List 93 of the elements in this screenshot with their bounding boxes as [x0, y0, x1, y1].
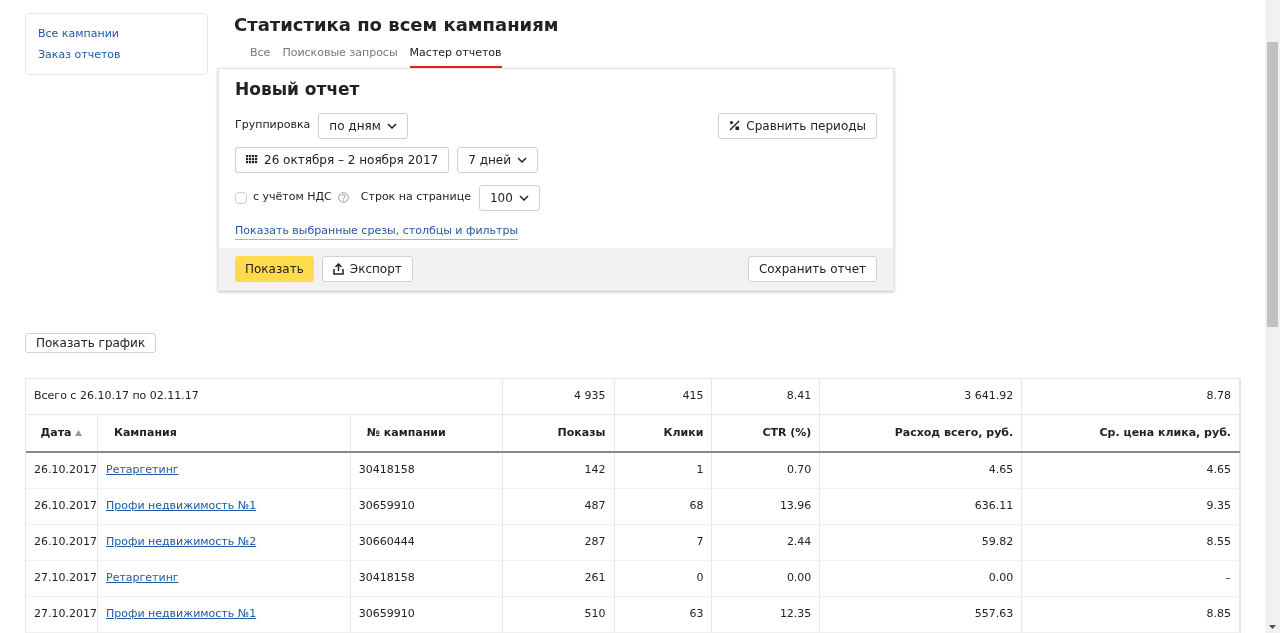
- column-header-label: № кампании: [366, 424, 446, 441]
- table-cell: 142: [584, 462, 606, 479]
- table-cell: 27.10.2017: [34, 570, 97, 587]
- table-cell: 30659910: [358, 498, 415, 515]
- column-header-label: Клики: [663, 424, 704, 441]
- tab[interactable]: Все: [250, 45, 271, 68]
- campaign-link[interactable]: Профи недвижимость №1: [106, 498, 257, 515]
- table-cell: 8.55: [1206, 534, 1231, 551]
- tab[interactable]: Поисковые запросы: [282, 45, 398, 68]
- rows-per-page-dropdown[interactable]: 100: [478, 184, 540, 211]
- campaign-link[interactable]: Профи недвижимость №1: [106, 606, 257, 623]
- column-header-label: CTR (%): [762, 424, 812, 441]
- report-title: Новый отчет: [235, 77, 360, 101]
- table-cell: 12.35: [779, 606, 812, 623]
- column-header-cell[interactable]: Расход всего, руб.: [820, 415, 1023, 451]
- total-cell: 415: [682, 388, 704, 405]
- chevron-down-icon: [518, 194, 529, 201]
- column-header-label: Показы: [557, 424, 606, 441]
- save-report-button[interactable]: Сохранить отчет: [747, 256, 877, 282]
- campaign-link[interactable]: Профи недвижимость №2: [106, 534, 257, 551]
- vat-label: с учётом НДС: [253, 189, 332, 206]
- column-header-cell[interactable]: Кампания: [97, 415, 351, 451]
- table-cell: 68: [689, 498, 704, 515]
- campaign-link[interactable]: Ретаргетинг: [106, 462, 179, 479]
- table-cell: 27.10.2017: [34, 606, 97, 623]
- table-cell: 487: [584, 498, 606, 515]
- column-header-cell[interactable]: Показы: [502, 415, 615, 451]
- table-cell: 557.63: [974, 606, 1014, 623]
- table-cell: 0: [696, 570, 704, 587]
- campaign-link[interactable]: Ретаргетинг: [106, 570, 179, 587]
- column-header-label: Дата: [40, 424, 72, 441]
- scroll-down-arrow-icon[interactable]: [1269, 625, 1276, 629]
- table-cell: 0.00: [988, 570, 1014, 587]
- rows-per-page-label: Строк на странице: [360, 189, 471, 206]
- total-cell: 3 641.92: [964, 388, 1014, 405]
- compare-periods-button[interactable]: Сравнить периоды: [718, 112, 877, 139]
- table-cell: –: [1225, 570, 1231, 587]
- table-cell: 4.65: [988, 462, 1014, 479]
- sidebar-link[interactable]: Все кампании: [38, 26, 119, 43]
- column-header-label: Расход всего, руб.: [894, 424, 1014, 441]
- table-cell: 30660444: [358, 534, 415, 551]
- upload-icon: [332, 263, 344, 275]
- chevron-down-icon: [386, 122, 397, 129]
- date-range-picker[interactable]: 26 октября – 2 ноября 2017: [235, 146, 450, 173]
- total-cell: 8.78: [1206, 388, 1231, 405]
- filters-link[interactable]: Показать выбранные срезы, столбцы и фильтры: [235, 222, 519, 240]
- grouping-label: Группировка: [235, 117, 311, 134]
- table-cell: 1: [696, 462, 704, 479]
- table-cell: 13.96: [779, 498, 812, 515]
- sort-ascending-icon: [75, 430, 83, 436]
- table-cell: 63: [689, 606, 704, 623]
- total-cell: 8.41: [786, 388, 812, 405]
- table-cell: 59.82: [981, 534, 1014, 551]
- column-header-cell[interactable]: Ср. цена клика, руб.: [1022, 415, 1240, 451]
- table-cell: 4.65: [1206, 462, 1231, 479]
- column-header-cell[interactable]: CTR (%): [712, 415, 821, 451]
- sidebar-link[interactable]: Заказ отчетов: [38, 46, 121, 63]
- period-dropdown[interactable]: 7 дней: [457, 146, 538, 173]
- table-cell: 510: [584, 606, 606, 623]
- column-header-label: Ср. цена клика, руб.: [1099, 424, 1231, 441]
- table-cell: 30659910: [358, 606, 415, 623]
- column-header-cell[interactable]: № кампании: [350, 415, 503, 451]
- total-cell: 4 935: [574, 388, 606, 405]
- help-icon[interactable]: [337, 192, 349, 203]
- column-header-cell[interactable]: Клики: [614, 415, 713, 451]
- table-cell: 30418158: [358, 570, 415, 587]
- table-cell: 0.70: [786, 462, 812, 479]
- show-chart-button[interactable]: Показать график: [25, 333, 157, 353]
- export-button[interactable]: Экспорт: [321, 256, 413, 282]
- grouping-dropdown[interactable]: по дням: [318, 112, 408, 139]
- table-cell: 0.00: [786, 570, 812, 587]
- total-label: Всего с 26.10.17 по 02.11.17: [34, 388, 199, 405]
- table-cell: 26.10.2017: [34, 534, 97, 551]
- table-cell: 2.44: [786, 534, 812, 551]
- table-cell: 30418158: [358, 462, 415, 479]
- column-header-label: Кампания: [113, 424, 177, 441]
- table-cell: 26.10.2017: [34, 498, 97, 515]
- table-cell: 26.10.2017: [34, 462, 97, 479]
- chevron-down-icon: [517, 156, 527, 163]
- table-cell: 9.35: [1206, 498, 1231, 515]
- vat-checkbox[interactable]: [235, 191, 247, 204]
- tab[interactable]: Мастер отчетов: [409, 45, 502, 68]
- scrollbar[interactable]: [1265, 0, 1280, 633]
- table-cell: 636.11: [974, 498, 1014, 515]
- column-header-cell[interactable]: Дата: [26, 415, 98, 451]
- percent-icon: [729, 120, 741, 131]
- show-button[interactable]: Показать: [235, 256, 314, 282]
- table-cell: 8.85: [1206, 606, 1231, 623]
- page-title: Статистика по всем кампаниям: [234, 13, 559, 37]
- table-cell: 7: [696, 534, 704, 551]
- table-cell: 261: [584, 570, 606, 587]
- table-cell: 287: [584, 534, 606, 551]
- calendar-icon: [246, 155, 258, 164]
